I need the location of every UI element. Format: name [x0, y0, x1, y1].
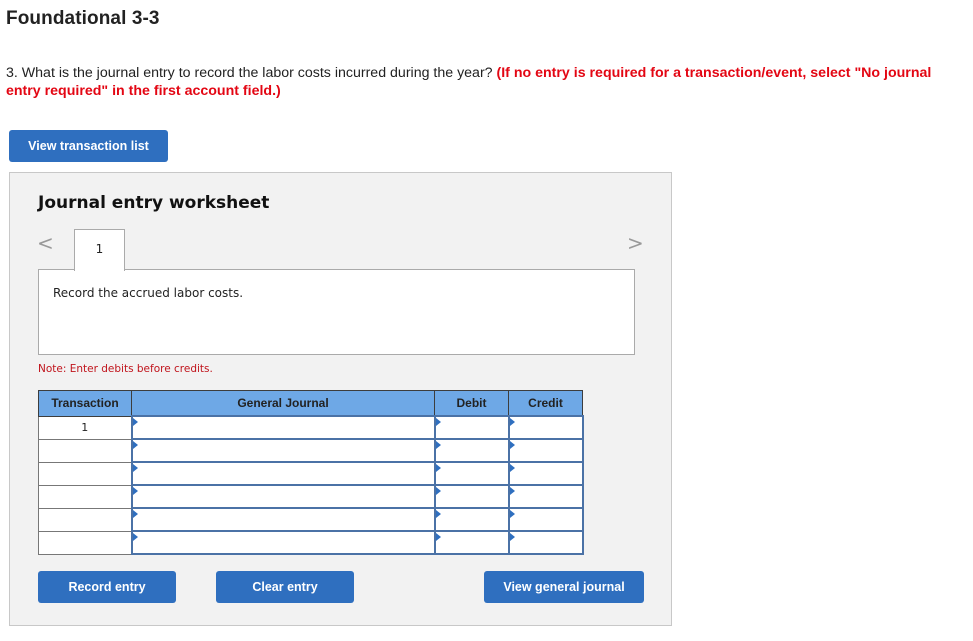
- worksheet-title: Journal entry worksheet: [38, 193, 270, 213]
- debit-credit-note: Note: Enter debits before credits.: [38, 363, 213, 375]
- credit-field[interactable]: [507, 438, 584, 463]
- table-row: [38, 530, 584, 555]
- credit-field[interactable]: [507, 507, 584, 532]
- debit-field[interactable]: [433, 507, 510, 532]
- account-field[interactable]: [130, 415, 436, 440]
- table-row: [38, 438, 584, 463]
- table-row: [38, 507, 584, 532]
- header-debit: Debit: [434, 390, 509, 417]
- debit-field[interactable]: [433, 438, 510, 463]
- chevron-right-icon[interactable]: >: [627, 231, 644, 255]
- view-transaction-list-button[interactable]: View transaction list: [9, 130, 168, 162]
- header-transaction: Transaction: [38, 390, 132, 417]
- question-text: 3. What is the journal entry to record t…: [6, 64, 966, 100]
- account-field[interactable]: [130, 530, 436, 555]
- transaction-cell: [38, 507, 132, 532]
- transaction-description: Record the accrued labor costs.: [53, 286, 244, 300]
- table-row: 1: [38, 415, 584, 440]
- table-row: [38, 484, 584, 509]
- header-general-journal: General Journal: [131, 390, 435, 417]
- credit-field[interactable]: [507, 415, 584, 440]
- view-general-journal-button[interactable]: View general journal: [484, 571, 644, 603]
- account-field[interactable]: [130, 438, 436, 463]
- table-row: [38, 461, 584, 486]
- page-title: Foundational 3-3: [6, 8, 160, 29]
- table-header-row: Transaction General Journal Debit Credit: [38, 390, 583, 417]
- header-credit: Credit: [508, 390, 583, 417]
- transaction-cell: [38, 484, 132, 509]
- debit-field[interactable]: [433, 461, 510, 486]
- transaction-cell: 1: [38, 415, 132, 440]
- journal-entry-worksheet-panel: Journal entry worksheet < 1 > Record the…: [9, 172, 672, 626]
- account-field[interactable]: [130, 461, 436, 486]
- account-field[interactable]: [130, 507, 436, 532]
- credit-field[interactable]: [507, 530, 584, 555]
- credit-field[interactable]: [507, 461, 584, 486]
- debit-field[interactable]: [433, 530, 510, 555]
- tab-transaction-1[interactable]: 1: [74, 229, 125, 271]
- debit-field[interactable]: [433, 415, 510, 440]
- transaction-description-box: Record the accrued labor costs.: [38, 269, 635, 355]
- clear-entry-button[interactable]: Clear entry: [216, 571, 354, 603]
- transaction-cell: [38, 438, 132, 463]
- credit-field[interactable]: [507, 484, 584, 509]
- chevron-left-icon[interactable]: <: [37, 231, 54, 255]
- transaction-cell: [38, 530, 132, 555]
- debit-field[interactable]: [433, 484, 510, 509]
- account-field[interactable]: [130, 484, 436, 509]
- record-entry-button[interactable]: Record entry: [38, 571, 176, 603]
- question-prompt: 3. What is the journal entry to record t…: [6, 65, 497, 81]
- transaction-cell: [38, 461, 132, 486]
- journal-entry-table: Transaction General Journal Debit Credit…: [38, 390, 584, 555]
